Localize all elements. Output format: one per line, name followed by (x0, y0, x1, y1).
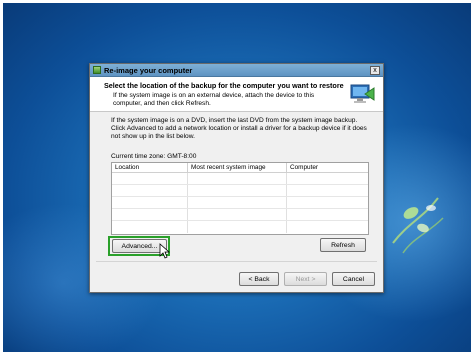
dialog-header: Select the location of the backup for th… (90, 77, 383, 112)
windows-wallpaper-logo (392, 197, 444, 254)
instructions-text: If the system image is on a DVD, insert … (111, 117, 367, 140)
back-button[interactable]: < Back (239, 272, 279, 286)
timezone-label: Current time zone: GMT-8:00 (111, 153, 197, 160)
header-subtitle: If the system image is on an external de… (113, 92, 315, 107)
backup-location-table[interactable]: Location Most recent system image Comput… (111, 162, 369, 235)
reimage-dialog: Re-image your computer x Select the loca… (89, 63, 384, 293)
close-button[interactable]: x (370, 65, 380, 75)
dialog-title: Re-image your computer (104, 65, 193, 75)
table-row (112, 221, 368, 233)
table-row (112, 185, 368, 197)
mouse-cursor-icon (159, 243, 171, 259)
divider (96, 261, 377, 262)
refresh-button[interactable]: Refresh (320, 238, 366, 252)
column-header-most-recent-image[interactable]: Most recent system image (188, 163, 287, 172)
header-title: Select the location of the backup for th… (104, 81, 344, 90)
column-header-location[interactable]: Location (112, 163, 188, 172)
next-button[interactable]: Next > (284, 272, 327, 286)
dialog-titlebar[interactable]: Re-image your computer x (90, 64, 383, 77)
cancel-button[interactable]: Cancel (332, 272, 375, 286)
table-row (112, 209, 368, 221)
table-header: Location Most recent system image Comput… (112, 163, 368, 173)
computer-restore-icon (350, 84, 375, 103)
table-row (112, 197, 368, 209)
column-header-computer[interactable]: Computer (287, 163, 368, 172)
app-icon (93, 66, 101, 74)
table-row (112, 173, 368, 185)
